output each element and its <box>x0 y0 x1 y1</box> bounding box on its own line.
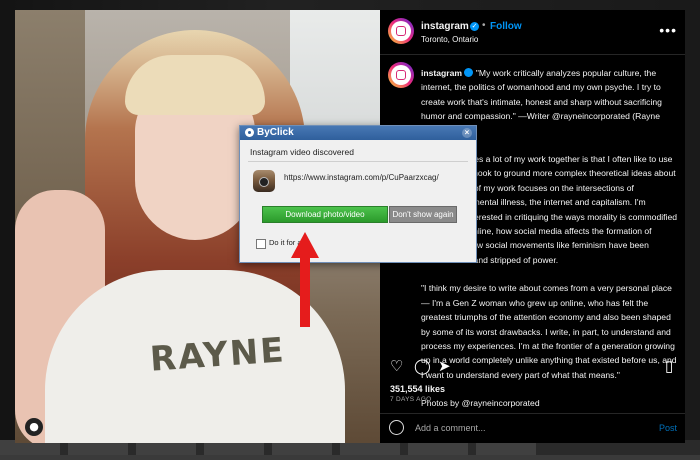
tagged-user-icon[interactable]: ● <box>25 418 43 436</box>
do-it-for-all-checkbox[interactable] <box>256 239 266 249</box>
emoji-smile-icon[interactable] <box>389 420 404 435</box>
close-icon[interactable]: × <box>462 128 472 138</box>
byclick-logo-icon <box>245 128 254 137</box>
caption-paragraph-4: Photos by @rayneincorporated <box>421 398 540 409</box>
verified-badge-icon: ✓ <box>470 22 479 31</box>
action-bar: ♡ ◯ ➤ ▯ <box>380 355 685 385</box>
save-bookmark-icon[interactable]: ▯ <box>665 357 673 375</box>
bangs <box>125 55 265 115</box>
follow-button[interactable]: Follow <box>490 21 522 32</box>
post-timestamp: 7 DAYS AGO <box>390 396 432 403</box>
like-heart-icon[interactable]: ♡ <box>390 357 403 375</box>
dialog-titlebar[interactable]: ByClick × <box>240 126 476 140</box>
caption-avatar[interactable] <box>388 62 414 88</box>
post-comment-button[interactable]: Post <box>659 423 677 433</box>
comment-input[interactable]: Add a comment... <box>415 423 486 433</box>
header-username[interactable]: instagram <box>421 21 469 32</box>
likes-count[interactable]: 351,554 likes <box>390 384 445 394</box>
comment-bubble-icon[interactable]: ◯ <box>414 357 431 375</box>
dialog-title: ByClick <box>257 127 294 138</box>
video-url: https://www.instagram.com/p/CuPaarzxcag/ <box>284 173 439 182</box>
instagram-camera-icon <box>253 170 275 192</box>
byclick-dialog: ByClick × Instagram video discovered htt… <box>239 125 477 263</box>
verified-badge-icon <box>464 68 474 77</box>
instagram-avatar[interactable] <box>388 18 414 44</box>
share-send-icon[interactable]: ➤ <box>438 357 451 375</box>
discovered-message: Instagram video discovered <box>250 147 354 157</box>
dont-show-again-button[interactable]: Don't show again <box>389 206 457 223</box>
post-header: instagram ✓ • Follow Toronto, Ontario ••… <box>380 10 685 55</box>
red-arrow-annotation <box>291 232 319 327</box>
more-options-icon[interactable]: ••• <box>659 22 677 38</box>
download-button[interactable]: Download photo/video <box>262 206 388 223</box>
post-location[interactable]: Toronto, Ontario <box>421 35 478 44</box>
dialog-divider <box>248 161 468 162</box>
comment-bar: Add a comment... Post <box>380 413 685 444</box>
caption-username[interactable]: instagram <box>421 68 462 78</box>
separator-dot: • <box>482 20 486 31</box>
